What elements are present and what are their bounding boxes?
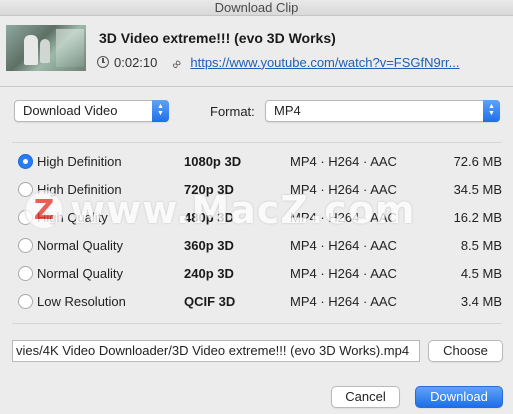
download-button-label: Download <box>430 389 488 404</box>
options-divider-top <box>12 142 502 143</box>
quality-label: Normal Quality <box>37 238 123 253</box>
cancel-button-label: Cancel <box>345 389 386 404</box>
quality-label: High Quality <box>37 210 108 225</box>
format-select[interactable]: MP4 ▲ ▼ <box>265 100 500 122</box>
chevron-updown-icon: ▲ ▼ <box>152 100 169 122</box>
quality-option[interactable]: Low Resolution QCIF 3D MP4 · H264 · AAC … <box>12 288 502 316</box>
quality-option[interactable]: High Quality 480p 3D MP4 · H264 · AAC 16… <box>12 204 502 232</box>
window-titlebar[interactable]: Download Clip <box>0 0 513 16</box>
radio-button[interactable] <box>18 154 33 169</box>
size-label: 34.5 MB <box>453 182 502 197</box>
resolution-label: 720p 3D <box>184 182 234 197</box>
quality-option[interactable]: High Definition 1080p 3D MP4 · H264 · AA… <box>12 148 502 176</box>
clip-header: 3D Video extreme!!! (evo 3D Works) 0:02:… <box>0 16 513 86</box>
quality-label: Normal Quality <box>37 266 123 281</box>
radio-button[interactable] <box>18 294 33 309</box>
resolution-label: 480p 3D <box>184 210 234 225</box>
download-mode-select[interactable]: Download Video ▲ ▼ <box>14 100 169 122</box>
save-path-field[interactable]: vies/4K Video Downloader/3D Video extrem… <box>12 340 420 362</box>
quality-label: High Definition <box>37 182 122 197</box>
clip-meta: 0:02:10 ∞ https://www.youtube.com/watch?… <box>97 54 460 72</box>
radio-button[interactable] <box>18 266 33 281</box>
codec-label: MP4 · H264 · AAC <box>290 182 397 197</box>
download-mode-value: Download Video <box>23 103 118 118</box>
size-label: 4.5 MB <box>460 266 502 281</box>
clip-duration: 0:02:10 <box>114 54 158 70</box>
resolution-label: 240p 3D <box>184 266 234 281</box>
codec-label: MP4 · H264 · AAC <box>290 266 397 281</box>
header-divider <box>0 86 513 87</box>
options-divider-bottom <box>12 323 502 324</box>
download-button[interactable]: Download <box>415 386 503 408</box>
clip-title: 3D Video extreme!!! (evo 3D Works) <box>99 30 336 46</box>
video-thumbnail <box>6 25 86 71</box>
chevron-updown-icon: ▲ ▼ <box>483 100 500 122</box>
resolution-label: QCIF 3D <box>184 294 236 309</box>
format-label: Format: <box>210 104 255 119</box>
quality-options-list: High Definition 1080p 3D MP4 · H264 · AA… <box>12 148 502 316</box>
radio-button[interactable] <box>18 238 33 253</box>
quality-option[interactable]: Normal Quality 360p 3D MP4 · H264 · AAC … <box>12 232 502 260</box>
choose-button[interactable]: Choose <box>428 340 503 362</box>
choose-button-label: Choose <box>443 343 488 358</box>
resolution-label: 360p 3D <box>184 238 234 253</box>
size-label: 72.6 MB <box>453 154 502 169</box>
save-path-value: vies/4K Video Downloader/3D Video extrem… <box>16 343 410 358</box>
size-label: 16.2 MB <box>453 210 502 225</box>
window-title: Download Clip <box>214 0 299 15</box>
codec-label: MP4 · H264 · AAC <box>290 294 397 309</box>
quality-option[interactable]: Normal Quality 240p 3D MP4 · H264 · AAC … <box>12 260 502 288</box>
link-icon: ∞ <box>167 54 186 72</box>
clock-icon <box>97 56 109 68</box>
quality-label: High Definition <box>37 154 122 169</box>
radio-button[interactable] <box>18 182 33 197</box>
format-value: MP4 <box>274 103 301 118</box>
codec-label: MP4 · H264 · AAC <box>290 238 397 253</box>
codec-label: MP4 · H264 · AAC <box>290 154 397 169</box>
quality-label: Low Resolution <box>37 294 126 309</box>
size-label: 8.5 MB <box>460 238 502 253</box>
radio-button[interactable] <box>18 210 33 225</box>
clip-url-link[interactable]: https://www.youtube.com/watch?v=FSGfN9rr… <box>190 55 459 70</box>
quality-option[interactable]: High Definition 720p 3D MP4 · H264 · AAC… <box>12 176 502 204</box>
resolution-label: 1080p 3D <box>184 154 242 169</box>
cancel-button[interactable]: Cancel <box>331 386 400 408</box>
size-label: 3.4 MB <box>460 294 502 309</box>
codec-label: MP4 · H264 · AAC <box>290 210 397 225</box>
